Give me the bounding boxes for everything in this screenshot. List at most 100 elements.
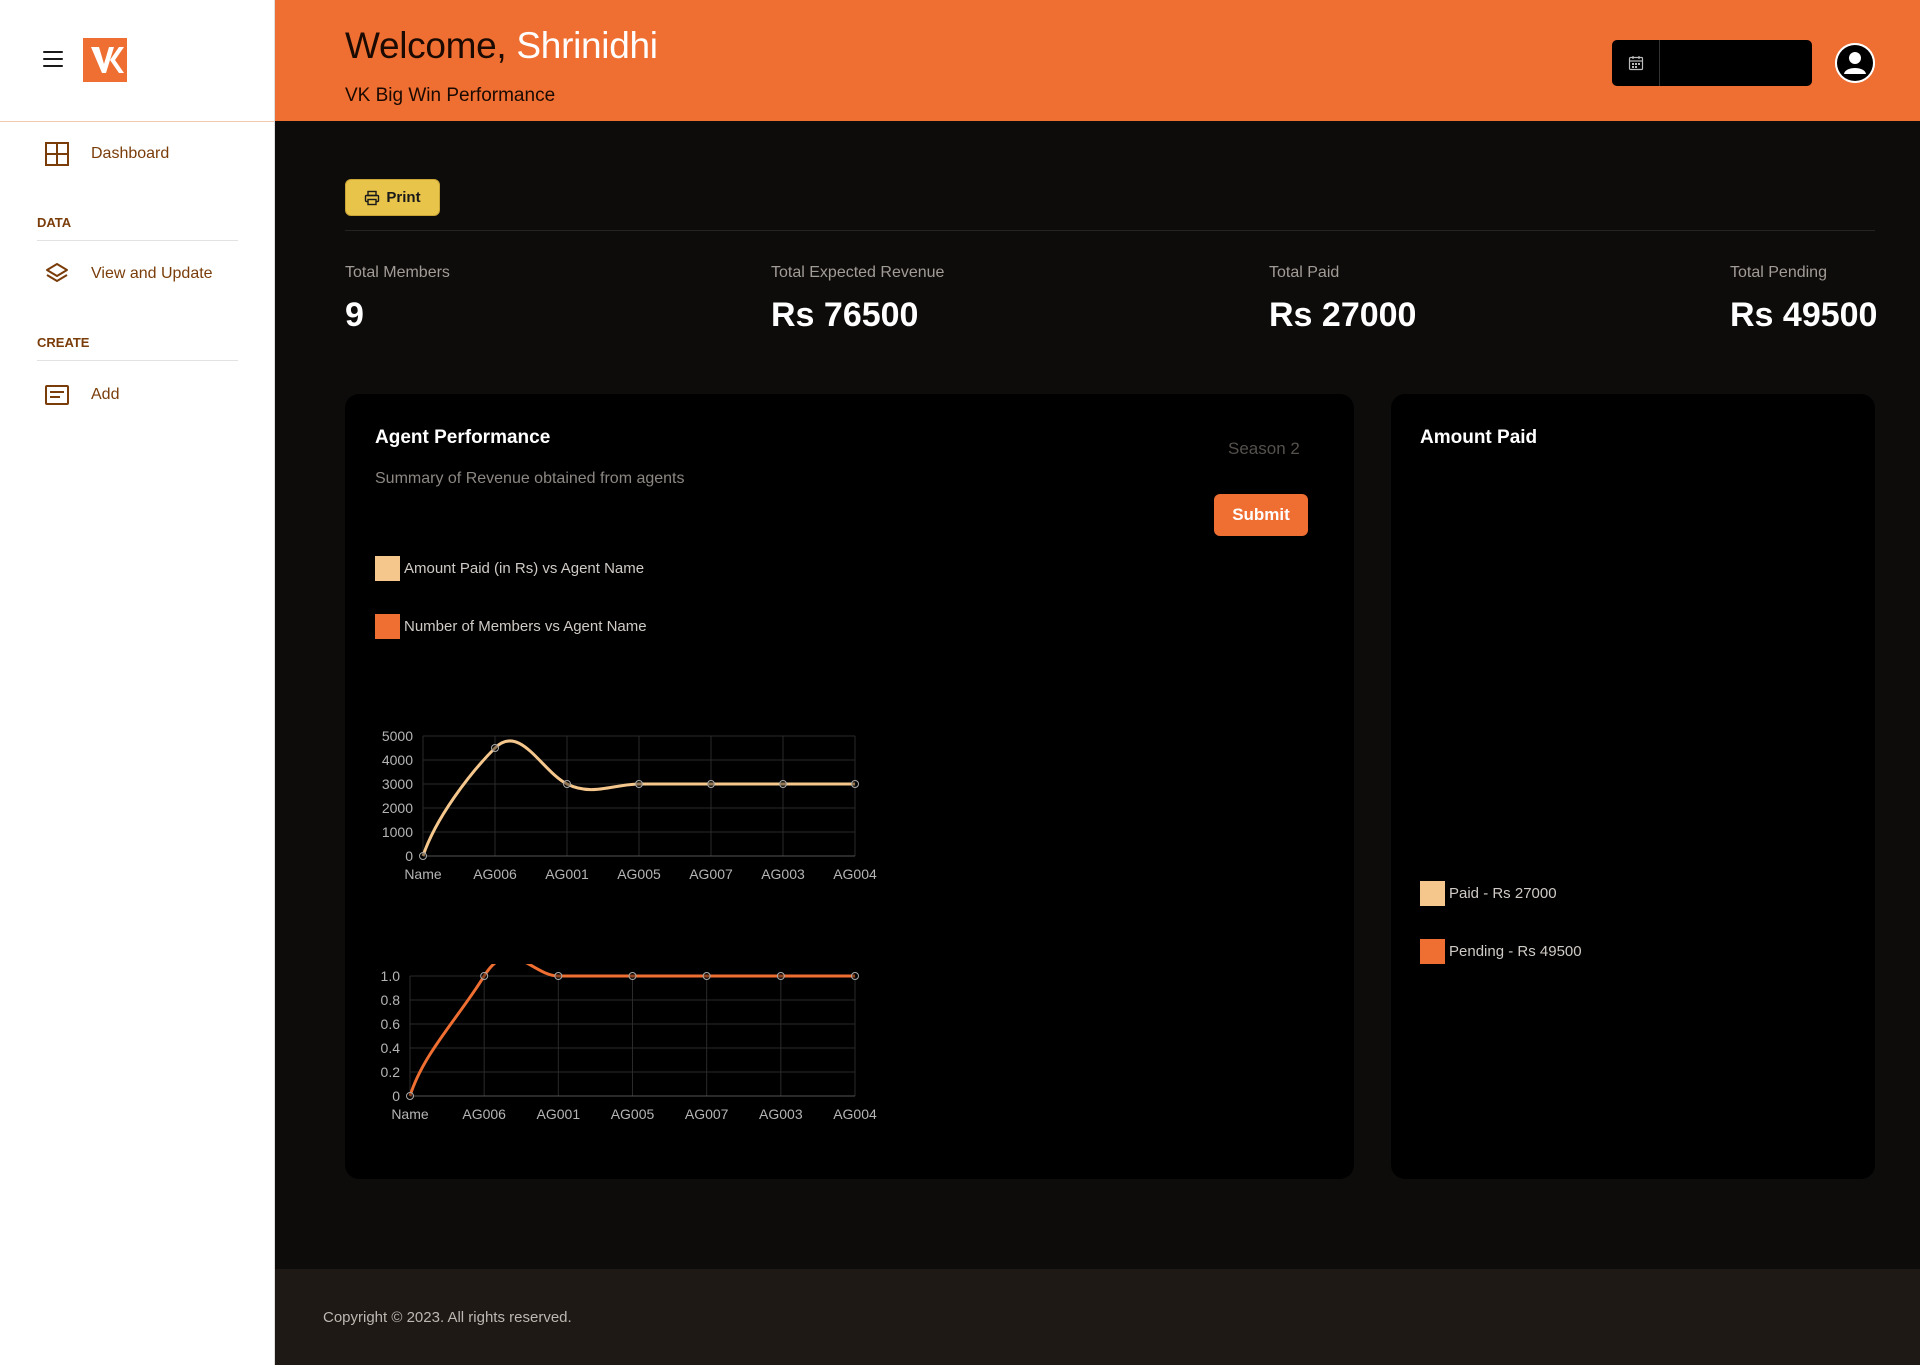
data-point xyxy=(776,972,785,980)
season-selector[interactable]: Season 2 xyxy=(1228,439,1300,459)
layers-icon xyxy=(44,261,70,287)
x-tick-label: AG001 xyxy=(537,1106,581,1122)
amount-paid-chart: 0 1000 2000 3000 4000 5000 Name AG006 AG001 AG005… xyxy=(382,728,877,882)
main-content: Print Total Members 9 Total Expected Rev… xyxy=(275,121,1920,1269)
y-tick-label: 5000 xyxy=(382,728,413,744)
stat-label: Total Expected Revenue xyxy=(771,264,945,281)
legend-swatch xyxy=(1420,881,1445,906)
sidebar-item-label: Add xyxy=(91,386,120,403)
amount-paid-card: Amount Paid Paid - Rs 27000 Pending - Rs… xyxy=(1391,394,1875,1179)
legend-item[interactable]: Pending - Rs 49500 xyxy=(1420,939,1582,964)
stat-expected-revenue: Total Expected Revenue Rs 76500 xyxy=(771,264,944,335)
x-tick-label: AG007 xyxy=(685,1106,729,1122)
legend-label: Number of Members vs Agent Name xyxy=(404,618,647,635)
x-tick-label: AG007 xyxy=(689,866,733,882)
members-chart: 0 0.2 0.4 0.6 0.8 1.0 Name AG006 AG001 AG005 AG007… xyxy=(381,964,877,1122)
stat-value: Rs 49500 xyxy=(1730,296,1878,334)
card-title: Amount Paid xyxy=(1420,427,1538,448)
card-subtitle: Summary of Revenue obtained from agents xyxy=(375,470,685,487)
footer: Copyright © 2023. All rights reserved. xyxy=(275,1269,1920,1365)
agent-performance-card: Agent Performance Summary of Revenue obt… xyxy=(345,394,1354,1179)
data-point xyxy=(707,780,715,788)
sidebar-item-label: Dashboard xyxy=(91,145,170,162)
sidebar-item-dashboard[interactable]: Dashboard xyxy=(44,141,169,167)
data-point xyxy=(554,972,563,980)
legend-item[interactable]: Amount Paid (in Rs) vs Agent Name xyxy=(375,556,644,581)
x-tick-label: Name xyxy=(391,1106,429,1122)
x-tick-label: AG006 xyxy=(462,1106,506,1122)
y-tick-label: 0.4 xyxy=(381,1040,401,1056)
data-point xyxy=(491,744,499,752)
data-point xyxy=(480,972,489,980)
divider xyxy=(37,240,238,241)
data-point xyxy=(635,780,643,788)
stat-label: Total Members xyxy=(345,264,450,281)
data-point xyxy=(851,972,859,980)
sidebar-item-view-update[interactable]: View and Update xyxy=(44,261,213,287)
legend-swatch xyxy=(375,614,400,639)
sidebar: Dashboard DATA View and Update CREATE Ad… xyxy=(0,0,275,1365)
divider xyxy=(37,360,238,361)
divider xyxy=(345,230,1875,231)
y-tick-label: 4000 xyxy=(382,752,413,768)
legend-item[interactable]: Number of Members vs Agent Name xyxy=(375,614,647,639)
x-tick-label: AG004 xyxy=(833,866,877,882)
sidebar-item-add[interactable]: Add xyxy=(44,382,119,408)
stat-total-members: Total Members 9 xyxy=(345,264,450,335)
legend-item[interactable]: Paid - Rs 27000 xyxy=(1420,881,1557,906)
legend-label: Pending - Rs 49500 xyxy=(1449,943,1582,960)
x-tick-label: AG005 xyxy=(617,866,661,882)
data-point xyxy=(851,780,859,788)
x-tick-label: AG006 xyxy=(473,866,517,882)
data-point xyxy=(419,852,427,860)
top-header: Welcome, Shrinidhi VK Big Win Performanc… xyxy=(275,0,1920,121)
menu-icon[interactable] xyxy=(43,51,63,67)
stat-total-paid: Total Paid Rs 27000 xyxy=(1269,264,1416,335)
print-button[interactable]: Print xyxy=(345,179,440,216)
user-icon xyxy=(1835,43,1875,83)
app-logo[interactable] xyxy=(83,38,127,82)
data-point xyxy=(563,780,571,788)
y-tick-label: 2000 xyxy=(382,800,413,816)
stat-value: 9 xyxy=(345,296,364,334)
submit-button[interactable]: Submit xyxy=(1214,494,1308,536)
print-label: Print xyxy=(386,189,421,206)
x-tick-label: AG003 xyxy=(761,866,805,882)
card-title: Agent Performance xyxy=(375,427,551,448)
x-tick-label: AG005 xyxy=(611,1106,655,1122)
legend-swatch xyxy=(375,556,400,581)
grid-icon xyxy=(44,141,70,167)
section-label-data: DATA xyxy=(37,215,72,230)
calendar-icon xyxy=(1612,40,1660,86)
x-tick-label: AG003 xyxy=(759,1106,803,1122)
printer-icon xyxy=(365,190,380,205)
data-point xyxy=(628,972,637,980)
user-name: Shrinidhi xyxy=(516,25,658,66)
x-tick-label: AG001 xyxy=(545,866,589,882)
y-tick-label: 1000 xyxy=(382,824,413,840)
y-tick-label: 0 xyxy=(405,848,413,864)
x-tick-label: AG004 xyxy=(833,1106,877,1122)
welcome-heading: Welcome, Shrinidhi xyxy=(345,25,658,67)
section-label-create: CREATE xyxy=(37,335,90,350)
list-icon xyxy=(44,382,70,408)
y-tick-label: 0 xyxy=(392,1088,400,1104)
stat-value: Rs 76500 xyxy=(771,296,919,334)
x-tick-label: Name xyxy=(404,866,442,882)
welcome-prefix: Welcome, xyxy=(345,25,507,66)
stat-label: Total Paid xyxy=(1269,264,1340,281)
y-tick-label: 0.8 xyxy=(381,992,401,1008)
y-tick-label: 0.2 xyxy=(381,1064,401,1080)
sidebar-header xyxy=(0,0,274,122)
data-point xyxy=(406,1092,414,1100)
y-tick-label: 1.0 xyxy=(381,968,401,984)
user-avatar[interactable] xyxy=(1835,43,1875,83)
stat-total-pending: Total Pending Rs 49500 xyxy=(1730,264,1877,335)
data-point xyxy=(702,972,711,980)
date-picker[interactable] xyxy=(1612,40,1812,86)
stat-label: Total Pending xyxy=(1730,264,1827,281)
y-tick-label: 0.6 xyxy=(381,1016,401,1032)
y-tick-label: 3000 xyxy=(382,776,413,792)
sidebar-item-label: View and Update xyxy=(91,265,213,282)
copyright-text: Copyright © 2023. All rights reserved. xyxy=(323,1309,572,1326)
